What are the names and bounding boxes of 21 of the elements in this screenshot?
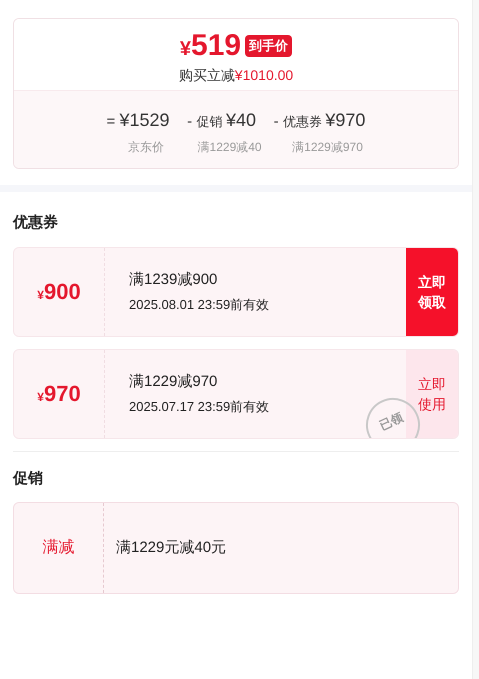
coupon-amount: ¥900: [37, 278, 81, 306]
promotion-type: 满减: [42, 538, 74, 558]
claim-coupon-button[interactable]: 立即领取: [406, 248, 458, 336]
price-component: = ¥1529: [106, 109, 170, 132]
coupon-condition: 满1229减970: [129, 372, 218, 392]
promotion-description: 满1229元减40元: [116, 538, 226, 558]
price-note: 京东价: [127, 139, 164, 156]
section-title: 促销: [13, 468, 44, 488]
section-title: 优惠券: [13, 213, 59, 233]
price-component: - 促销 ¥40: [187, 109, 256, 132]
coupon-amount: ¥970: [37, 380, 81, 408]
price-note: 满1229减40: [196, 139, 262, 156]
coupon-validity: 2025.08.01 23:59前有效: [129, 296, 270, 314]
coupon-condition: 满1239减900: [129, 270, 218, 290]
price-component: - 优惠券 ¥970: [274, 109, 366, 132]
price-tag: 到手价: [245, 35, 292, 57]
saving-text: 购买立减¥1010.00: [178, 66, 294, 85]
coupon-validity: 2025.07.17 23:59前有效: [129, 398, 270, 416]
price-note: 满1229减970: [291, 139, 363, 156]
final-price: ¥519: [180, 31, 242, 61]
use-coupon-button[interactable]: 立即使用: [406, 350, 458, 438]
